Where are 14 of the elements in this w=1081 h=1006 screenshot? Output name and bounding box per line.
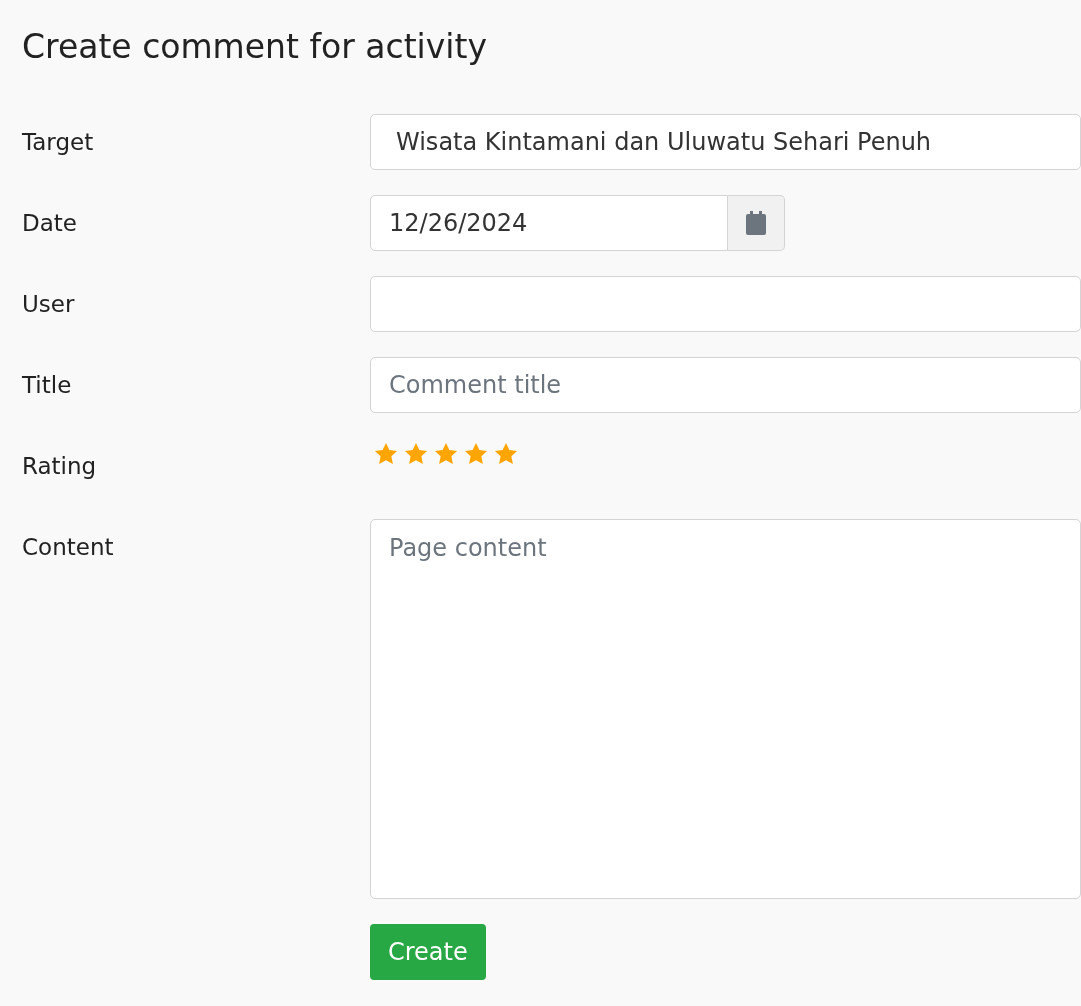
text-input[interactable] [370,276,1081,332]
calendar-icon [745,211,767,235]
field-label: User [22,289,75,319]
field-label: Title [22,370,72,400]
date-input[interactable]: 12/26/2024 [370,195,728,251]
field-label: Content [22,532,114,562]
field-label: Date [22,208,77,238]
target-select[interactable]: Wisata Kintamani dan Uluwatu Sehari Penuh [370,114,1081,170]
content-textarea[interactable]: Page content [370,519,1081,899]
text-input[interactable]: Comment title [370,357,1081,413]
field-label: Rating [22,451,97,481]
field-label: Target [22,127,94,157]
calendar-button[interactable] [728,195,785,251]
page-title: Create comment for activity [22,26,488,68]
